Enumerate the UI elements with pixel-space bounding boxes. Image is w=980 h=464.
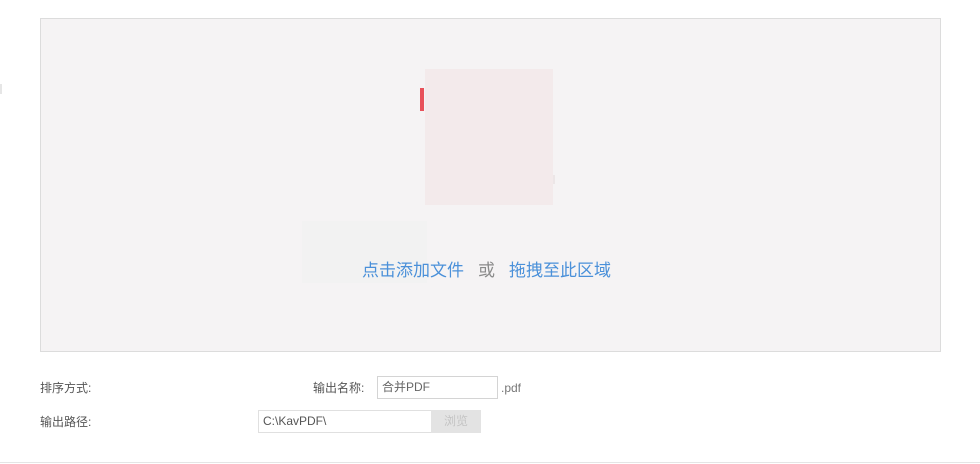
pdf-document-icon	[420, 69, 555, 205]
document-notch	[553, 175, 555, 184]
file-drop-zone[interactable]: 点击添加文件或拖拽至此区域	[40, 18, 941, 352]
browse-button[interactable]: 浏览	[431, 410, 481, 433]
panel-edge	[0, 84, 2, 94]
or-text: 或	[478, 261, 495, 280]
merge-pdf-panel: 点击添加文件或拖拽至此区域 排序方式: 输出名称: 合并PDF .pdf 输出路…	[0, 0, 980, 464]
add-file-link[interactable]: 点击添加文件	[362, 261, 464, 280]
output-name-suffix: .pdf	[501, 381, 522, 395]
output-path-label: 输出路径:	[40, 415, 92, 429]
drop-instructions: 点击添加文件或拖拽至此区域	[362, 259, 611, 283]
output-name-input[interactable]: 合并PDF	[377, 376, 498, 399]
panel-bottom-border	[0, 462, 980, 463]
output-path-input[interactable]: C:\KavPDF\	[258, 410, 432, 433]
document-marker	[420, 88, 424, 111]
output-name-label: 输出名称:	[313, 381, 365, 395]
drag-here-link[interactable]: 拖拽至此区域	[509, 261, 611, 280]
sort-method-label: 排序方式:	[40, 381, 92, 395]
